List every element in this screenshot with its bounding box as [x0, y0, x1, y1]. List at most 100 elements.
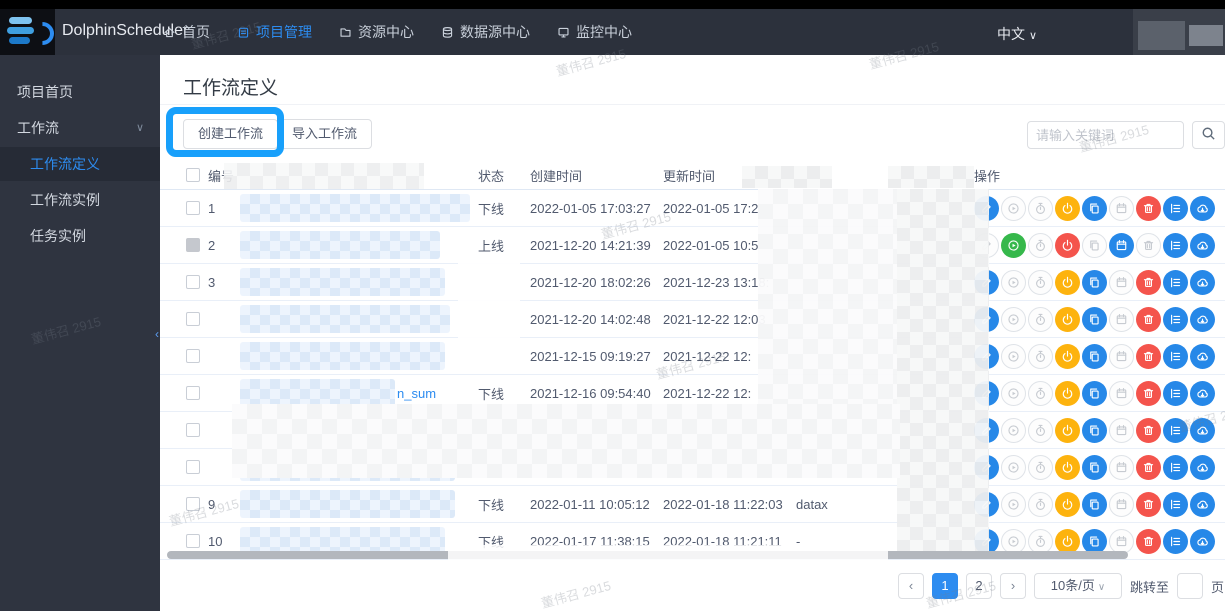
copy-button[interactable]	[1082, 196, 1107, 221]
timing-button[interactable]	[1028, 418, 1053, 443]
nav-item-2[interactable]: 资源中心	[339, 22, 414, 42]
next-page-button[interactable]: ›	[1000, 573, 1026, 599]
timing-manage-button[interactable]	[1109, 233, 1134, 258]
copy-button[interactable]	[1082, 418, 1107, 443]
nav-item-0[interactable]: 首页	[163, 22, 210, 42]
sidebar-item-workflow-instance[interactable]: 工作流实例	[0, 183, 160, 217]
copy-button[interactable]	[1082, 344, 1107, 369]
online-toggle-button[interactable]	[1055, 307, 1080, 332]
prev-page-button[interactable]: ‹	[898, 573, 924, 599]
online-toggle-button[interactable]	[1055, 455, 1080, 480]
delete-button[interactable]	[1136, 455, 1161, 480]
row-checkbox[interactable]	[186, 349, 200, 363]
version-button[interactable]	[1163, 492, 1188, 517]
row-checkbox[interactable]	[186, 460, 200, 474]
search-button[interactable]	[1192, 121, 1225, 149]
timing-button[interactable]	[1028, 492, 1053, 517]
row-checkbox[interactable]	[186, 497, 200, 511]
sidebar-item-project-home[interactable]: 项目首页	[0, 75, 160, 109]
timing-button[interactable]	[1028, 233, 1053, 258]
nav-item-1[interactable]: 项目管理	[237, 22, 312, 42]
run-button[interactable]	[1001, 381, 1026, 406]
delete-button[interactable]	[1136, 529, 1161, 554]
online-toggle-button[interactable]	[1055, 492, 1080, 517]
copy-button[interactable]	[1082, 270, 1107, 295]
search-input[interactable]	[1027, 121, 1184, 149]
sidebar-item-workflow[interactable]: 工作流 ∨	[0, 111, 160, 145]
run-button[interactable]	[1001, 233, 1026, 258]
version-button[interactable]	[1163, 196, 1188, 221]
run-button[interactable]	[1001, 418, 1026, 443]
version-button[interactable]	[1163, 307, 1188, 332]
copy-button[interactable]	[1082, 307, 1107, 332]
export-button[interactable]	[1190, 418, 1215, 443]
timing-button[interactable]	[1028, 270, 1053, 295]
run-button[interactable]	[1001, 455, 1026, 480]
online-toggle-button[interactable]	[1055, 233, 1080, 258]
page-button-2[interactable]: 2	[966, 573, 992, 599]
timing-button[interactable]	[1028, 381, 1053, 406]
sidebar-item-workflow-definition[interactable]: 工作流定义	[0, 147, 160, 181]
online-toggle-button[interactable]	[1055, 196, 1080, 221]
copy-button[interactable]	[1082, 455, 1107, 480]
delete-button[interactable]	[1136, 492, 1161, 517]
export-button[interactable]	[1190, 344, 1215, 369]
timing-button[interactable]	[1028, 344, 1053, 369]
timing-manage-button[interactable]	[1109, 344, 1134, 369]
online-toggle-button[interactable]	[1055, 529, 1080, 554]
page-size-select[interactable]: 10条/页∨	[1034, 573, 1122, 599]
export-button[interactable]	[1190, 455, 1215, 480]
row-checkbox[interactable]	[186, 534, 200, 548]
export-button[interactable]	[1190, 233, 1215, 258]
delete-button[interactable]	[1136, 196, 1161, 221]
nav-item-3[interactable]: 数据源中心	[441, 22, 530, 42]
sidebar-item-task-instance[interactable]: 任务实例	[0, 219, 160, 253]
timing-manage-button[interactable]	[1109, 307, 1134, 332]
copy-button[interactable]	[1082, 492, 1107, 517]
language-selector[interactable]: 中文∨	[997, 24, 1037, 44]
run-button[interactable]	[1001, 344, 1026, 369]
delete-button[interactable]	[1136, 381, 1161, 406]
version-button[interactable]	[1163, 270, 1188, 295]
row-checkbox[interactable]	[186, 201, 200, 215]
row-name-link[interactable]: n_sum	[397, 386, 436, 401]
jump-to-page-input[interactable]	[1177, 573, 1203, 599]
export-button[interactable]	[1190, 307, 1215, 332]
timing-button[interactable]	[1028, 455, 1053, 480]
copy-button[interactable]	[1082, 529, 1107, 554]
copy-button[interactable]	[1082, 233, 1107, 258]
delete-button[interactable]	[1136, 233, 1161, 258]
run-button[interactable]	[1001, 529, 1026, 554]
version-button[interactable]	[1163, 529, 1188, 554]
timing-manage-button[interactable]	[1109, 270, 1134, 295]
online-toggle-button[interactable]	[1055, 270, 1080, 295]
export-button[interactable]	[1190, 529, 1215, 554]
select-all-checkbox[interactable]	[186, 168, 200, 182]
timing-manage-button[interactable]	[1109, 381, 1134, 406]
online-toggle-button[interactable]	[1055, 381, 1080, 406]
dolphinscheduler-logo-icon[interactable]	[7, 15, 49, 49]
delete-button[interactable]	[1136, 270, 1161, 295]
version-button[interactable]	[1163, 233, 1188, 258]
row-checkbox[interactable]	[186, 238, 200, 252]
nav-item-4[interactable]: 监控中心	[557, 22, 632, 42]
delete-button[interactable]	[1136, 307, 1161, 332]
timing-button[interactable]	[1028, 529, 1053, 554]
export-button[interactable]	[1190, 381, 1215, 406]
timing-manage-button[interactable]	[1109, 529, 1134, 554]
timing-manage-button[interactable]	[1109, 492, 1134, 517]
online-toggle-button[interactable]	[1055, 418, 1080, 443]
page-button-1[interactable]: 1	[932, 573, 958, 599]
run-button[interactable]	[1001, 270, 1026, 295]
timing-button[interactable]	[1028, 196, 1053, 221]
online-toggle-button[interactable]	[1055, 344, 1080, 369]
copy-button[interactable]	[1082, 381, 1107, 406]
version-button[interactable]	[1163, 344, 1188, 369]
row-checkbox[interactable]	[186, 386, 200, 400]
run-button[interactable]	[1001, 196, 1026, 221]
row-checkbox[interactable]	[186, 423, 200, 437]
timing-manage-button[interactable]	[1109, 455, 1134, 480]
timing-manage-button[interactable]	[1109, 418, 1134, 443]
run-button[interactable]	[1001, 307, 1026, 332]
version-button[interactable]	[1163, 418, 1188, 443]
